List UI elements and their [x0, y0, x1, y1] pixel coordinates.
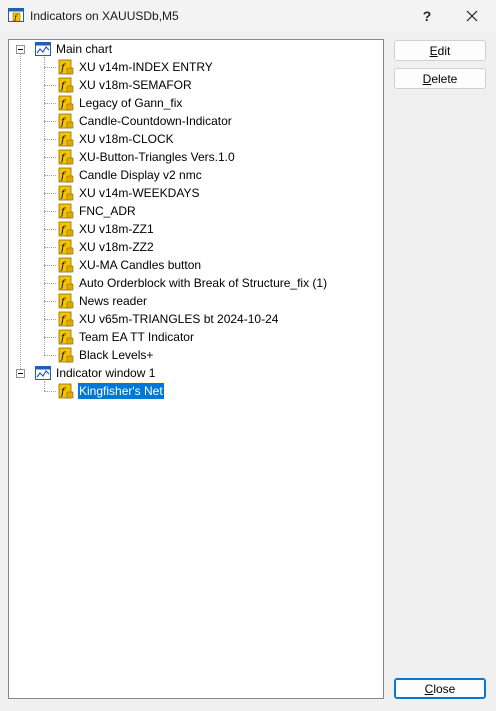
- tree-connector: [44, 265, 56, 266]
- tree-connector: [44, 121, 56, 122]
- tree-item-label: XU v14m-WEEKDAYS: [79, 186, 200, 200]
- tree-item-label: XU-Button-Triangles Vers.1.0: [79, 150, 235, 164]
- tree-group-1[interactable]: Indicator window 1: [35, 365, 156, 381]
- tree-group-label: Indicator window 1: [56, 366, 156, 380]
- indicator-icon: f: [58, 77, 74, 93]
- indicator-icon: f: [58, 329, 74, 345]
- tree-item-label: XU v18m-SEMAFOR: [79, 78, 192, 92]
- tree-item[interactable]: f XU v18m-ZZ1: [58, 221, 155, 237]
- tree-item-label: XU v18m-ZZ1: [79, 222, 154, 236]
- indicator-icon: f: [58, 59, 74, 75]
- tree-item-label: FNC_ADR: [79, 204, 136, 218]
- tree-item[interactable]: f FNC_ADR: [58, 203, 137, 219]
- tree-item[interactable]: f Black Levels+: [58, 347, 154, 363]
- tree-connector: [44, 139, 56, 140]
- tree-item[interactable]: f XU v18m-CLOCK: [58, 131, 175, 147]
- help-button[interactable]: ?: [410, 0, 444, 32]
- tree-connector: [44, 57, 45, 355]
- tree-connector: [44, 67, 56, 68]
- tree-item[interactable]: f XU-Button-Triangles Vers.1.0: [58, 149, 236, 165]
- tree-connector: [44, 381, 45, 391]
- tree-item-label: XU v14m-INDEX ENTRY: [79, 60, 213, 74]
- indicator-icon: f: [58, 275, 74, 291]
- tree-connector: [44, 391, 56, 392]
- tree-item-label: XU v65m-TRIANGLES bt 2024-10-24: [79, 312, 279, 326]
- tree-item[interactable]: f XU v65m-TRIANGLES bt 2024-10-24: [58, 311, 279, 327]
- tree-item[interactable]: f Kingfisher's Net: [58, 382, 165, 400]
- tree-connector: [44, 229, 56, 230]
- indicator-icon: f: [58, 293, 74, 309]
- tree-item[interactable]: f XU-MA Candles button: [58, 257, 202, 273]
- tree-connector: [20, 54, 21, 369]
- tree-item-label: Black Levels+: [79, 348, 154, 362]
- tree-item-label: XU-MA Candles button: [79, 258, 202, 272]
- indicator-icon: f: [58, 149, 74, 165]
- tree-item[interactable]: f XU v18m-SEMAFOR: [58, 77, 193, 93]
- tree-connector: [44, 85, 56, 86]
- tree-item-label: XU v18m-CLOCK: [79, 132, 174, 146]
- tree-item[interactable]: f Candle Display v2 nmc: [58, 167, 203, 183]
- indicator-icon: f: [58, 239, 74, 255]
- edit-button-hotkey: E: [429, 43, 438, 58]
- close-button[interactable]: Close: [394, 678, 486, 699]
- close-button-hotkey: C: [424, 681, 434, 696]
- tree-expander[interactable]: [16, 369, 25, 378]
- indicator-icon: f: [58, 347, 74, 363]
- tree-group-0[interactable]: Main chart: [35, 41, 113, 57]
- tree-item-label: Team EA TT Indicator: [79, 330, 194, 344]
- tree-connector: [44, 211, 56, 212]
- indicator-tree[interactable]: Main chart f XU v14m-INDEX ENTRY f XU v18m-S…: [8, 39, 384, 699]
- chart-window-icon: [35, 42, 51, 56]
- indicator-icon: f: [58, 113, 74, 129]
- close-button-label: lose: [433, 681, 456, 696]
- indicator-icon: f: [58, 383, 74, 399]
- tree-connector: [44, 157, 56, 158]
- window-close-button[interactable]: [450, 0, 494, 32]
- tree-item[interactable]: f XU v14m-WEEKDAYS: [58, 185, 200, 201]
- tree-item[interactable]: f XU v18m-ZZ2: [58, 239, 155, 255]
- tree-item[interactable]: f News reader: [58, 293, 148, 309]
- delete-button[interactable]: Delete: [394, 68, 486, 89]
- chart-window-icon: [35, 366, 51, 380]
- tree-connector: [44, 355, 56, 356]
- tree-connector: [44, 175, 56, 176]
- tree-connector: [44, 247, 56, 248]
- tree-expander[interactable]: [16, 45, 25, 54]
- tree-item-label: Auto Orderblock with Break of Structure_…: [79, 276, 328, 290]
- tree-item[interactable]: f XU v14m-INDEX ENTRY: [58, 59, 214, 75]
- indicator-icon: f: [58, 95, 74, 111]
- close-icon: [466, 10, 478, 22]
- indicators-window-icon: f: [8, 8, 24, 22]
- indicator-icon: f: [58, 221, 74, 237]
- indicator-icon: f: [58, 311, 74, 327]
- tree-item[interactable]: f Candle-Countdown-Indicator: [58, 113, 233, 129]
- edit-button-label: dit: [437, 43, 451, 58]
- indicator-icon: f: [58, 167, 74, 183]
- tree-connector: [44, 283, 56, 284]
- tree-item-label: Kingfisher's Net: [77, 382, 165, 400]
- window-title: Indicators on XAUUSDb,M5: [30, 9, 179, 23]
- tree-connector: [44, 319, 56, 320]
- tree-item-label: News reader: [79, 294, 148, 308]
- indicator-icon: f: [58, 131, 74, 147]
- tree-connector: [44, 301, 56, 302]
- tree-item-label: XU v18m-ZZ2: [79, 240, 154, 254]
- delete-button-label: elete: [431, 71, 458, 86]
- tree-connector: [44, 193, 56, 194]
- tree-item-label: Candle-Countdown-Indicator: [79, 114, 232, 128]
- tree-item-label: Candle Display v2 nmc: [79, 168, 202, 182]
- tree-item[interactable]: f Team EA TT Indicator: [58, 329, 195, 345]
- edit-button[interactable]: Edit: [394, 40, 486, 61]
- indicator-icon: f: [58, 185, 74, 201]
- tree-item[interactable]: f Auto Orderblock with Break of Structure…: [58, 275, 328, 291]
- tree-item-label: Legacy of Gann_fix: [79, 96, 183, 110]
- tree-item[interactable]: f Legacy of Gann_fix: [58, 95, 183, 111]
- tree-connector: [44, 337, 56, 338]
- title-bar: f Indicators on XAUUSDb,M5 ?: [0, 0, 496, 32]
- indicator-icon: f: [58, 257, 74, 273]
- delete-button-hotkey: D: [422, 71, 432, 86]
- tree-group-label: Main chart: [56, 42, 113, 56]
- indicator-icon: f: [58, 203, 74, 219]
- tree-connector: [44, 103, 56, 104]
